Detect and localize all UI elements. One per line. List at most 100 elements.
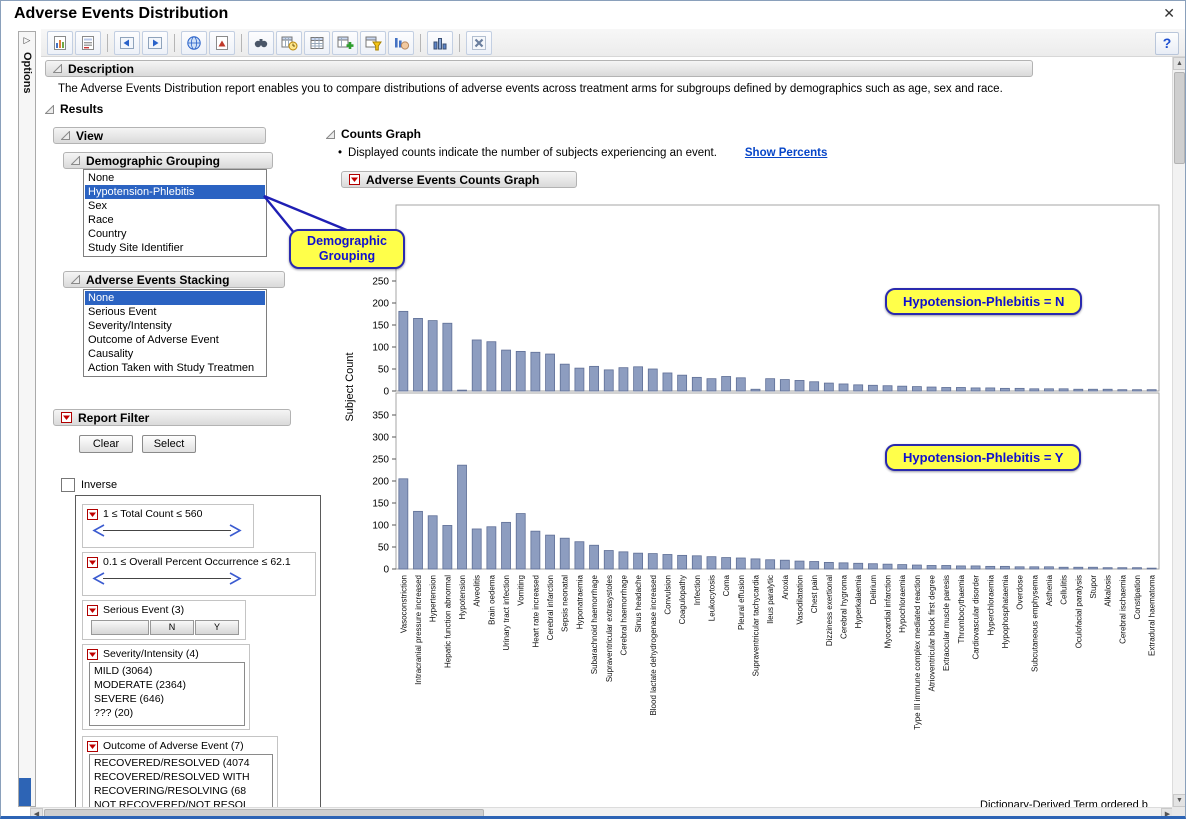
filter-segment[interactable] [91, 620, 149, 635]
add-table-button[interactable] [332, 31, 358, 55]
pdf-report-button[interactable] [209, 31, 235, 55]
show-percents-link[interactable]: Show Percents [745, 147, 827, 159]
list-item[interactable]: Sex [85, 199, 265, 213]
red-triangle-menu-icon[interactable] [87, 509, 98, 520]
data-table-button[interactable] [304, 31, 330, 55]
collapse-icon[interactable] [71, 275, 80, 284]
collapse-icon[interactable] [326, 130, 335, 139]
total-count-slider[interactable] [89, 523, 245, 538]
help-button[interactable]: ? [1155, 32, 1179, 55]
svg-text:Hyperkalaemia: Hyperkalaemia [854, 574, 863, 628]
counts-note-row: • Displayed counts indicate the number o… [338, 147, 827, 159]
collapse-icon[interactable] [71, 156, 80, 165]
description-header[interactable]: Description [45, 60, 1033, 77]
list-item[interactable]: MODERATE (2364) [91, 678, 243, 692]
chart-builder-button[interactable] [427, 31, 453, 55]
back-button[interactable] [114, 31, 140, 55]
svg-text:Subarachnoid haemorrhage: Subarachnoid haemorrhage [590, 574, 599, 674]
counts-graph-header[interactable]: Counts Graph [326, 127, 421, 141]
list-item[interactable]: None [85, 171, 265, 185]
list-item[interactable]: RECOVERED/RESOLVED WITH [91, 770, 271, 784]
horizontal-scroll-thumb[interactable] [44, 809, 484, 819]
list-item[interactable]: RECOVERED/RESOLVED (4074 [91, 756, 271, 770]
svg-text:Heart rate increased: Heart rate increased [531, 575, 540, 647]
vertical-scroll-thumb[interactable] [1174, 72, 1185, 164]
search-icon [252, 34, 270, 52]
red-triangle-menu-icon[interactable] [87, 649, 98, 660]
forward-button[interactable] [142, 31, 168, 55]
svg-text:Urinary tract infection: Urinary tract infection [502, 575, 511, 651]
list-item[interactable]: Country [85, 227, 265, 241]
search-button[interactable] [248, 31, 274, 55]
expand-options-icon[interactable]: ▷ [19, 35, 35, 46]
percent-occurrence-slider[interactable] [89, 571, 245, 586]
demographic-grouping-callout[interactable]: Demographic Grouping [289, 229, 405, 269]
panel-y-callout[interactable]: Hypotension-Phlebitis = Y [885, 444, 1081, 471]
scroll-left-icon[interactable]: ◀ [30, 808, 43, 819]
forward-icon [146, 34, 164, 52]
list-item[interactable]: MILD (3064) [91, 664, 243, 678]
scroll-up-icon[interactable]: ▲ [1173, 57, 1186, 70]
options-panel[interactable]: ▷ Options [18, 31, 36, 807]
svg-text:Hypophosphataemia: Hypophosphataemia [1001, 574, 1010, 648]
adverse-events-counts-graph-header[interactable]: Adverse Events Counts Graph [341, 171, 577, 188]
svg-text:0: 0 [383, 565, 389, 576]
demographic-grouping-list[interactable]: NoneHypotension-PhlebitisSexRaceCountryS… [83, 169, 267, 257]
adverse-events-stacking-list[interactable]: NoneSerious EventSeverity/IntensityOutco… [83, 289, 267, 377]
collapse-icon[interactable] [45, 105, 54, 114]
severity-list[interactable]: MILD (3064)MODERATE (2364)SEVERE (646)??… [89, 662, 245, 726]
red-triangle-menu-icon[interactable] [349, 174, 360, 185]
svg-text:Coagulopathy: Coagulopathy [678, 575, 687, 624]
journal-button[interactable] [75, 31, 101, 55]
view-header[interactable]: View [53, 127, 266, 144]
list-item[interactable]: None [85, 291, 265, 305]
svg-text:Hypertension: Hypertension [429, 575, 438, 622]
list-item[interactable]: Severity/Intensity [85, 319, 265, 333]
reload-button[interactable] [181, 31, 207, 55]
close-report-button[interactable] [466, 31, 492, 55]
report-filter-header[interactable]: Report Filter [53, 409, 291, 426]
counts-note-text: Displayed counts indicate the number of … [348, 147, 717, 159]
red-triangle-menu-icon[interactable] [87, 741, 98, 752]
inverse-checkbox[interactable] [61, 478, 75, 492]
panel-n-callout[interactable]: Hypotension-Phlebitis = N [885, 288, 1082, 315]
close-icon[interactable]: ✕ [1163, 5, 1175, 22]
list-item[interactable]: Hypotension-Phlebitis [85, 185, 265, 199]
demographic-grouping-header[interactable]: Demographic Grouping [63, 152, 273, 169]
filter-segment[interactable]: N [150, 620, 194, 635]
svg-text:100: 100 [372, 521, 389, 532]
scroll-down-icon[interactable]: ▼ [1173, 794, 1186, 807]
svg-text:Dizziness exertional: Dizziness exertional [825, 575, 834, 646]
drill-down-button[interactable] [388, 31, 414, 55]
svg-text:200: 200 [372, 299, 389, 310]
horizontal-scrollbar[interactable]: ◀ ▶ [30, 807, 1174, 819]
list-item[interactable]: Study Site Identifier [85, 241, 265, 255]
svg-text:Hypochloraemia: Hypochloraemia [898, 574, 907, 632]
list-item[interactable]: RECOVERING/RESOLVING (68 [91, 784, 271, 798]
demographic-grouping-header-label: Demographic Grouping [86, 154, 220, 168]
filter-table-button[interactable] [360, 31, 386, 55]
svg-text:Thrombocythaemia: Thrombocythaemia [957, 574, 966, 643]
results-header[interactable]: Results [45, 102, 103, 116]
red-triangle-menu-icon[interactable] [87, 557, 98, 568]
list-item[interactable]: Serious Event [85, 305, 265, 319]
collapse-icon[interactable] [61, 131, 70, 140]
update-tables-button[interactable] [276, 31, 302, 55]
svg-text:Anoxia: Anoxia [781, 574, 790, 599]
list-item[interactable]: SEVERE (646) [91, 692, 243, 706]
filter-segment[interactable]: Y [195, 620, 239, 635]
collapse-icon[interactable] [53, 64, 62, 73]
red-triangle-menu-icon[interactable] [61, 412, 72, 423]
svg-text:Intracranial pressure increase: Intracranial pressure increased [414, 575, 423, 685]
list-item[interactable]: Causality [85, 347, 265, 361]
select-button[interactable]: Select [142, 435, 196, 453]
vertical-scrollbar[interactable]: ▲ ▼ [1172, 57, 1185, 807]
list-item[interactable]: Outcome of Adverse Event [85, 333, 265, 347]
list-item[interactable]: Race [85, 213, 265, 227]
list-item[interactable]: ??? (20) [91, 706, 243, 720]
adverse-events-stacking-header[interactable]: Adverse Events Stacking [63, 271, 285, 288]
red-triangle-menu-icon[interactable] [87, 605, 98, 616]
list-item[interactable]: Action Taken with Study Treatmen [85, 361, 265, 375]
clear-button[interactable]: Clear [79, 435, 133, 453]
new-report-button[interactable] [47, 31, 73, 55]
